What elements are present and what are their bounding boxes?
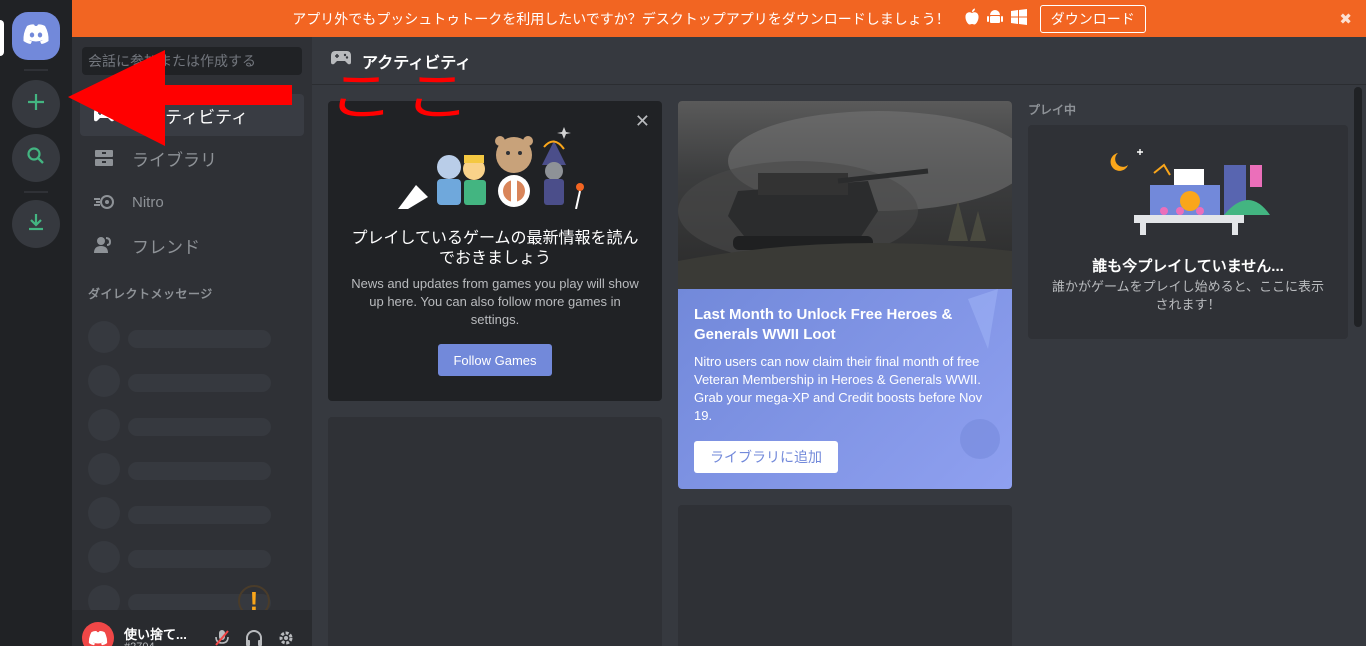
add-to-library-button[interactable]: ライブラリに追加 <box>694 441 838 473</box>
follow-games-card: ✕ プレイしているゲームの最新情報を読んでおきましょう News and upd… <box>328 101 662 401</box>
news-image <box>678 101 1012 289</box>
banner-close-icon[interactable]: ✖ <box>1339 10 1352 28</box>
nav-item-activity[interactable]: アクティビティ <box>80 94 304 136</box>
gamepad-icon <box>92 103 116 127</box>
now-playing-card: 誰も今プレイしていません... 誰かがゲームをプレイし始めると、ここに表示されま… <box>1028 125 1348 339</box>
search-icon <box>26 146 46 171</box>
now-playing-title: 誰も今プレイしていません... <box>1092 258 1284 275</box>
rail-separator <box>24 191 48 193</box>
main-content: アクティビティ ✕ プレイしているゲームの最新情報を読んでおきましょう News… <box>312 37 1366 646</box>
windows-icon <box>1010 8 1028 29</box>
dm-header: ダイレクトメッセージ <box>88 287 213 301</box>
dm-placeholder <box>88 365 278 397</box>
nav-item-nitro[interactable]: Nitro <box>80 181 304 223</box>
follow-card-title: プレイしているゲームの最新情報を読んでおきましょう <box>351 230 639 267</box>
page-title: アクティビティ <box>362 54 472 72</box>
now-playing-description: 誰かがゲームをプレイし始めると、ここに表示されます！ <box>1051 279 1325 312</box>
dm-placeholder <box>88 541 278 573</box>
nav-item-label: アクティビティ <box>132 107 249 127</box>
mute-icon[interactable] <box>212 628 232 646</box>
headphones-icon[interactable] <box>244 628 264 646</box>
nav-item-label: ライブラリ <box>132 150 217 170</box>
banner-text: アプリ外でもプッシュトゥトークを利用したいですか？デスクトップアプリをダウンロー… <box>292 10 950 27</box>
nav-item-label: Nitro <box>132 193 164 211</box>
nitro-icon <box>92 190 116 214</box>
close-icon[interactable]: ✕ <box>635 111 650 132</box>
android-icon <box>986 8 1004 29</box>
user-tag: #2704 <box>124 641 155 646</box>
apple-icon <box>964 8 980 29</box>
gamepad-icon <box>330 50 352 71</box>
avatar[interactable] <box>82 622 114 646</box>
user-panel: 使い捨て... #2704 <box>72 610 312 646</box>
news-body: Last Month to Unlock Free Heroes & Gener… <box>678 289 1012 489</box>
follow-card-description: News and updates from games you play wil… <box>351 276 639 327</box>
topbar: アクティビティ <box>312 37 1366 85</box>
discord-logo-icon <box>22 23 50 50</box>
explore-servers-button[interactable] <box>12 134 60 182</box>
placeholder-card <box>678 505 1012 646</box>
now-playing-header: プレイ中 <box>1028 103 1077 117</box>
news-title: Last Month to Unlock Free Heroes & Gener… <box>694 306 953 343</box>
nav-item-library[interactable]: ライブラリ <box>80 137 304 179</box>
decorative-shapes <box>948 289 1012 489</box>
server-rail <box>0 0 72 646</box>
arcade-illustration <box>1104 145 1274 240</box>
scrollbar[interactable] <box>1354 87 1362 327</box>
download-icon <box>25 211 47 238</box>
add-server-button[interactable] <box>12 80 60 128</box>
news-card[interactable]: Last Month to Unlock Free Heroes & Gener… <box>678 101 1012 489</box>
characters-illustration <box>394 125 594 214</box>
nav-item-friends[interactable]: フレンド <box>80 224 304 266</box>
search-input[interactable] <box>82 47 302 75</box>
dm-placeholder <box>88 409 278 441</box>
follow-games-button[interactable]: Follow Games <box>438 344 552 376</box>
placeholder-card <box>328 417 662 646</box>
library-icon <box>92 146 116 170</box>
selected-indicator <box>0 20 4 56</box>
app-root: アプリ外でもプッシュトゥトークを利用したいですか？デスクトップアプリをダウンロー… <box>0 0 1366 646</box>
channel-sidebar: アクティビティ ライブラリ Nitro フレンド ダイレクトメッセージ <box>72 37 312 646</box>
download-apps-button[interactable] <box>12 200 60 248</box>
plus-icon <box>25 91 47 118</box>
download-button[interactable]: ダウンロード <box>1039 4 1146 33</box>
dm-placeholder <box>88 453 278 485</box>
gear-icon[interactable] <box>276 628 296 646</box>
download-banner: アプリ外でもプッシュトゥトークを利用したいですか？デスクトップアプリをダウンロー… <box>72 0 1366 37</box>
rail-separator <box>24 69 48 71</box>
nav-item-label: フレンド <box>132 237 200 257</box>
platform-icons <box>964 8 1028 29</box>
home-button[interactable] <box>12 12 60 60</box>
friends-icon <box>92 233 116 257</box>
dm-placeholder <box>88 497 278 529</box>
dm-placeholder <box>88 321 278 353</box>
